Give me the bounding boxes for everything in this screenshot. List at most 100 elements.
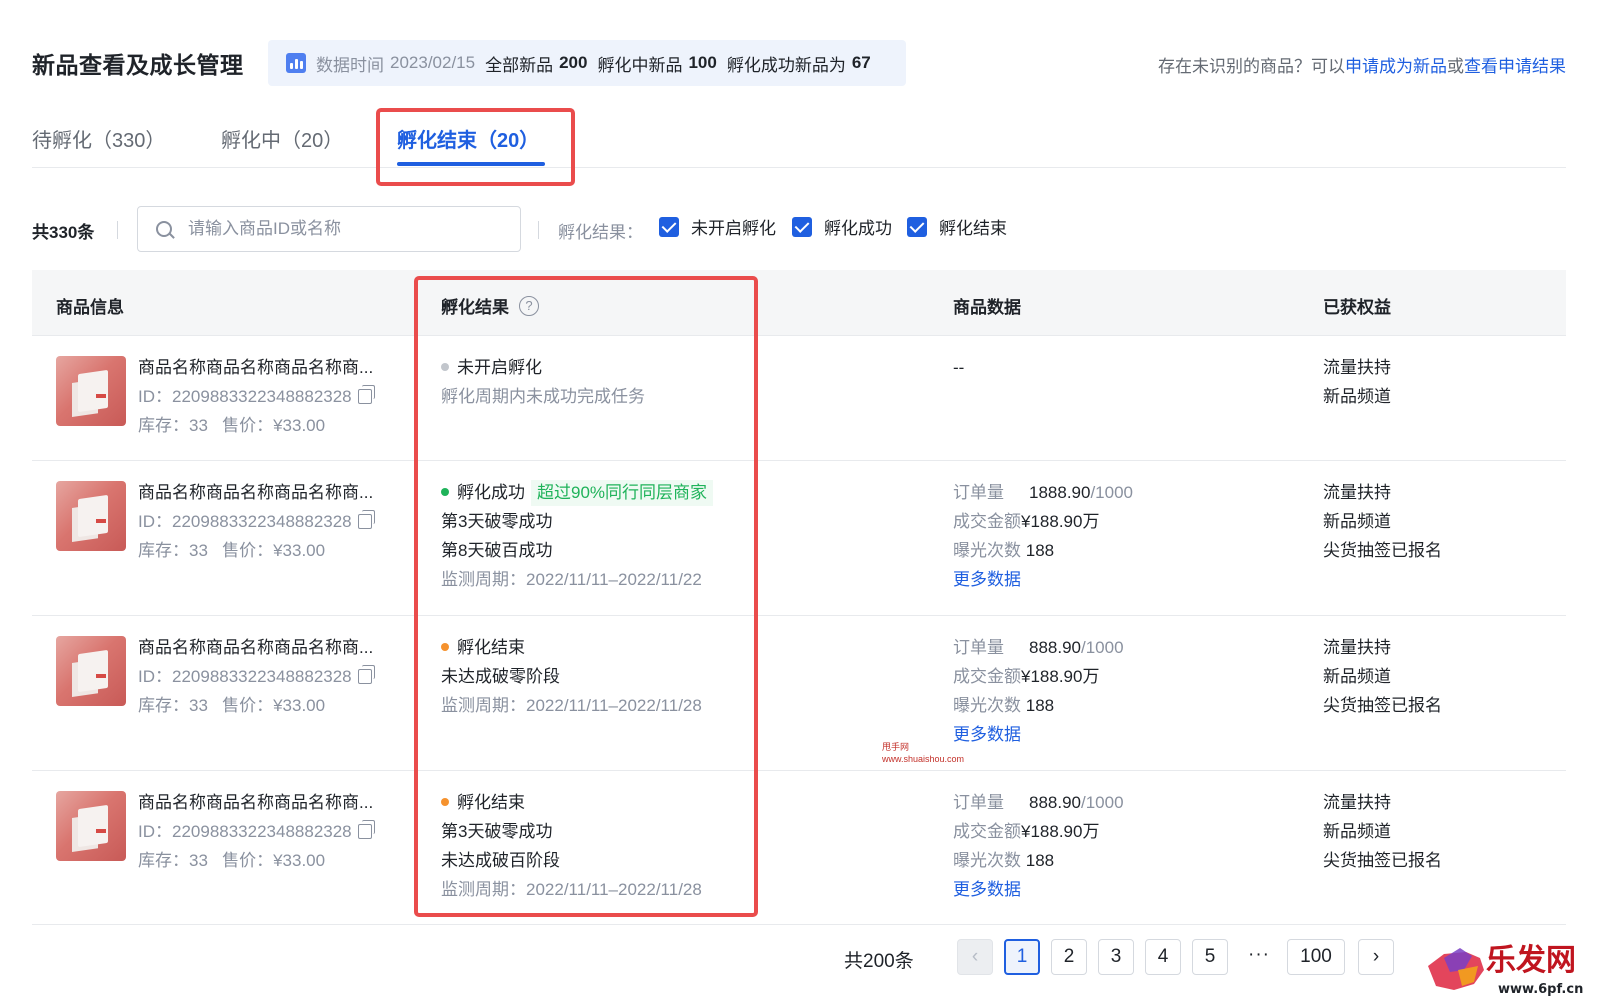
watermark-line: 甩手网 [882, 742, 910, 752]
filter-label: 孵化结果： [558, 223, 643, 242]
metric-value: 888.90 [1029, 638, 1081, 657]
product-thumbnail[interactable] [56, 356, 126, 426]
all-new-label: 全部新品 [485, 55, 554, 75]
copy-icon[interactable] [357, 820, 375, 839]
product-info: 商品名称商品名称商品名称商... ID：2209883322348882328 … [138, 478, 375, 565]
checkbox-not-started[interactable]: 未开启孵化 [659, 214, 776, 239]
benefit-item: 新品频道 [1323, 512, 1391, 531]
data-time-value: 2023/02/15 [390, 53, 476, 72]
copy-icon[interactable] [357, 385, 375, 404]
all-new-count: 200 [559, 53, 588, 72]
milestone-line: 第3天破零成功 [441, 512, 553, 531]
metric-label: 曝光次数 [953, 696, 1021, 715]
page-button-4[interactable]: 4 [1145, 939, 1181, 975]
status-dot [441, 798, 449, 806]
benefits: 流量扶持 新品频道 尖货抽签已报名 [1323, 633, 1442, 720]
metric-value: 188 [1025, 696, 1055, 715]
total-count: 共330条 [32, 223, 95, 242]
status-text: 孵化成功 [457, 483, 525, 502]
monitor-period: 监测周期：2022/11/11–2022/11/22 [441, 570, 702, 589]
product-name[interactable]: 商品名称商品名称商品名称商... [138, 478, 373, 507]
benefit-item: 流量扶持 [1323, 793, 1391, 812]
more-data-link[interactable]: 更多数据 [953, 875, 1124, 904]
page-title: 新品查看及成长管理 [32, 52, 244, 78]
apply-new-link[interactable]: 申请成为新品 [1345, 57, 1447, 76]
stock: 库存：33 [138, 541, 208, 560]
benefit-item: 新品频道 [1323, 667, 1391, 686]
status-text: 孵化结束 [457, 793, 525, 812]
checkbox-label: 未开启孵化 [691, 219, 776, 238]
status-text: 孵化结束 [457, 638, 525, 657]
metric-label: 订单量 [953, 638, 1004, 657]
incubating-label: 孵化中新品 [597, 55, 683, 75]
product-id-line: ID：2209883322348882328 [138, 662, 375, 691]
checkbox-finished[interactable]: 孵化结束 [907, 214, 1007, 239]
page-button-2[interactable]: 2 [1051, 939, 1087, 975]
logo-url: www.6pf.cn [1498, 982, 1583, 997]
tab-finished[interactable]: 孵化结束（20） [397, 124, 539, 153]
metric-value: 888.90 [1029, 793, 1081, 812]
page-button-1[interactable]: 1 [1004, 939, 1040, 975]
stock-price: 库存：33 售价：¥33.00 [138, 411, 373, 440]
status-text: 未开启孵化 [457, 358, 542, 377]
copy-icon[interactable] [357, 510, 375, 529]
product-thumbnail[interactable] [56, 791, 126, 861]
benefits: 流量扶持 新品频道 [1323, 353, 1391, 411]
stock-price: 库存：33 售价：¥33.00 [138, 846, 373, 875]
table-header: 商品信息 孵化结果 ? 商品数据 已获权益 [32, 270, 1566, 336]
checkbox-checked-icon[interactable] [659, 216, 679, 237]
metric-value: 1888.90 [1029, 483, 1091, 502]
product-data: 订单量 888.90/1000 成交金额¥188.90万 曝光次数 188 更多数… [953, 788, 1124, 904]
data-time-label: 数据时间 [316, 55, 384, 75]
notice-text: 存在未识别的商品？可以 [1158, 57, 1345, 76]
product-data-empty: -- [953, 358, 965, 377]
row-divider [32, 924, 1566, 925]
metric-label: 订单量 [953, 793, 1004, 812]
help-icon[interactable]: ? [519, 295, 539, 316]
more-data-link[interactable]: 更多数据 [953, 565, 1133, 594]
metric-orders: 订单量 1888.90/1000 [953, 478, 1133, 507]
prev-page-button[interactable]: ‹ [957, 939, 993, 975]
next-page-button[interactable]: › [1358, 939, 1394, 975]
product-id: ID：2209883322348882328 [138, 822, 352, 841]
page-button-3[interactable]: 3 [1098, 939, 1134, 975]
pagination-ellipsis[interactable]: ··· [1248, 944, 1270, 966]
metric-orders: 订单量 888.90/1000 [953, 788, 1124, 817]
success-label: 孵化成功新品为 [726, 55, 846, 75]
copy-icon[interactable] [357, 665, 375, 684]
column-label: 孵化结果 [441, 298, 509, 317]
unrecognized-notice: 存在未识别的商品？可以申请成为新品或查看申请结果 [1158, 52, 1566, 77]
product-info: 商品名称商品名称商品名称商... ID：2209883322348882328 … [138, 353, 375, 440]
product-name[interactable]: 商品名称商品名称商品名称商... [138, 788, 373, 817]
row-divider [32, 460, 1566, 461]
monitor-period: 监测周期：2022/11/11–2022/11/28 [441, 696, 702, 715]
benefit-item: 尖货抽签已报名 [1323, 541, 1442, 560]
view-result-link[interactable]: 查看申请结果 [1464, 57, 1566, 76]
column-product-data: 商品数据 [953, 298, 1021, 317]
product-data: 订单量 1888.90/1000 成交金额¥188.90万 曝光次数 188 更多… [953, 478, 1133, 594]
tab-incubating[interactable]: 孵化中（20） [221, 124, 343, 153]
column-benefits: 已获权益 [1323, 298, 1391, 317]
product-name[interactable]: 商品名称商品名称商品名称商... [138, 353, 373, 382]
product-thumbnail[interactable] [56, 636, 126, 706]
checkbox-checked-icon[interactable] [907, 216, 927, 237]
page-button-5[interactable]: 5 [1192, 939, 1228, 975]
price: 售价：¥33.00 [222, 696, 326, 715]
tab-pending[interactable]: 待孵化（330） [32, 124, 165, 153]
notice-or: 或 [1447, 57, 1464, 76]
status-line: 孵化结束 [441, 788, 702, 817]
search-input[interactable] [188, 219, 508, 239]
more-data-link[interactable]: 更多数据 [953, 720, 1124, 749]
pagination-total: 共200条 [844, 951, 914, 972]
row-divider [32, 770, 1566, 771]
incubation-result: 孵化成功 超过90%同行同层商家 第3天破零成功 第8天破百成功 监测周期：202… [441, 478, 714, 594]
checkbox-success[interactable]: 孵化成功 [792, 214, 892, 239]
page-button-last[interactable]: 100 [1287, 939, 1345, 975]
search-box[interactable] [137, 206, 521, 252]
checkbox-checked-icon[interactable] [792, 216, 812, 237]
stock-price: 库存：33 售价：¥33.00 [138, 691, 373, 720]
product-name[interactable]: 商品名称商品名称商品名称商... [138, 633, 373, 662]
product-thumbnail[interactable] [56, 481, 126, 551]
benefit-item: 流量扶持 [1323, 358, 1391, 377]
metric-value: ¥188.90万 [1021, 822, 1100, 841]
